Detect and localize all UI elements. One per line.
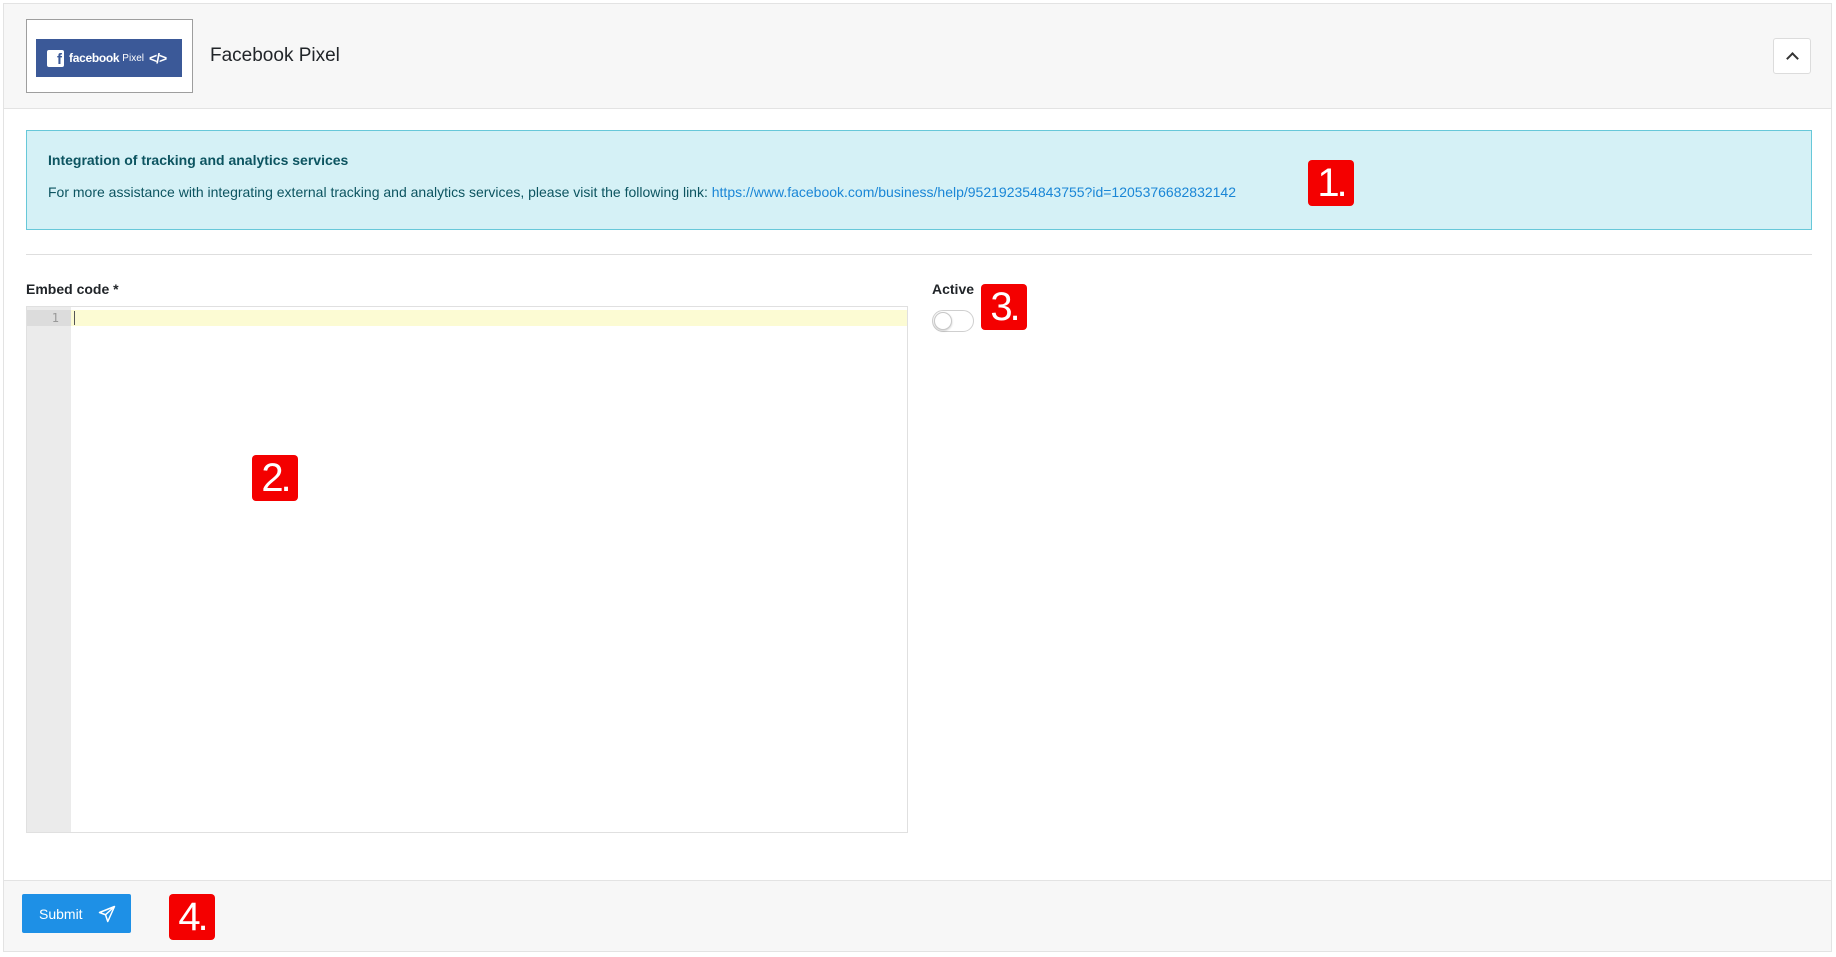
chevron-up-icon bbox=[1785, 51, 1799, 65]
alert-message: For more assistance with integrating ext… bbox=[48, 184, 708, 200]
logo-brand-text: facebook bbox=[69, 51, 120, 65]
panel-title: Facebook Pixel bbox=[210, 45, 340, 66]
alert-title: Integration of tracking and analytics se… bbox=[48, 152, 349, 168]
active-label: Active bbox=[932, 281, 975, 297]
text-cursor bbox=[74, 311, 75, 325]
annotation-marker-1: 1. bbox=[1308, 160, 1354, 206]
toggle-knob bbox=[934, 312, 952, 330]
panel-footer bbox=[4, 880, 1831, 951]
embed-code-editor[interactable]: 1 bbox=[26, 306, 908, 833]
line-number: 1 bbox=[51, 311, 59, 325]
facebook-pixel-logo: f facebook Pixel </> bbox=[26, 19, 193, 93]
facebook-f-icon: f bbox=[47, 49, 64, 67]
line-gutter: 1 bbox=[27, 307, 71, 832]
panel-header: f facebook Pixel </> Facebook Pixel bbox=[4, 4, 1831, 109]
submit-label: Submit bbox=[39, 905, 83, 922]
active-toggle[interactable] bbox=[932, 310, 974, 332]
annotation-marker-3: 3. bbox=[981, 284, 1027, 330]
alert-text: For more assistance with integrating ext… bbox=[48, 184, 1236, 200]
code-icon: </> bbox=[148, 50, 167, 66]
submit-button[interactable]: Submit bbox=[22, 894, 131, 933]
help-link[interactable]: https://www.facebook.com/business/help/9… bbox=[712, 184, 1236, 200]
collapse-button[interactable] bbox=[1773, 38, 1811, 74]
embed-code-label: Embed code * bbox=[26, 281, 119, 297]
paper-plane-icon bbox=[98, 905, 116, 923]
code-input-area[interactable] bbox=[71, 307, 907, 832]
logo-banner: f facebook Pixel </> bbox=[36, 39, 182, 77]
annotation-marker-4: 4. bbox=[169, 894, 215, 940]
logo-sub-text: Pixel bbox=[122, 52, 144, 64]
annotation-marker-2: 2. bbox=[252, 455, 298, 501]
info-alert: Integration of tracking and analytics se… bbox=[26, 130, 1812, 230]
section-divider bbox=[26, 254, 1812, 255]
